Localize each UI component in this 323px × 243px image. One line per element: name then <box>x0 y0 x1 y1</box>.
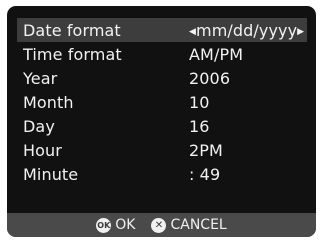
menu-item-label: Day <box>23 116 55 136</box>
right-arrow-icon[interactable]: ▶ <box>297 27 304 37</box>
menu-item-hour[interactable]: Hour 2PM <box>17 138 307 162</box>
menu-item-value: : 49 <box>189 164 221 184</box>
menu-item-year[interactable]: Year 2006 <box>17 66 307 90</box>
menu-item-value[interactable]: ◀mm/dd/yyyy▶ <box>189 21 304 40</box>
menu-item-label: Minute <box>23 164 79 184</box>
menu-item-value: AM/PM <box>189 44 244 64</box>
menu-item-label: Hour <box>23 140 62 160</box>
ok-button-icon: OK <box>96 217 112 233</box>
menu-item-minute[interactable]: Minute : 49 <box>17 162 307 186</box>
date-format-value: mm/dd/yyyy <box>196 20 298 40</box>
camera-lcd-screen: Date format ◀mm/dd/yyyy▶ Time format AM/… <box>7 6 316 237</box>
menu-item-time-format[interactable]: Time format AM/PM <box>17 42 307 66</box>
menu-item-date-format[interactable]: Date format ◀mm/dd/yyyy▶ <box>17 18 307 42</box>
ok-label: OK <box>115 217 136 233</box>
cancel-hint[interactable]: ✕ CANCEL <box>151 217 227 233</box>
menu-item-value: 10 <box>189 92 210 112</box>
menu-item-month[interactable]: Month 10 <box>17 90 307 114</box>
menu-item-label: Month <box>23 92 74 112</box>
cancel-label: CANCEL <box>170 217 227 233</box>
menu-item-label: Time format <box>23 44 122 64</box>
button-hint-bar: OK OK ✕ CANCEL <box>7 213 316 237</box>
menu-item-value: 16 <box>189 116 210 136</box>
cancel-button-icon: ✕ <box>151 217 167 233</box>
ok-hint[interactable]: OK OK <box>96 217 135 233</box>
date-time-settings-menu: Date format ◀mm/dd/yyyy▶ Time format AM/… <box>17 18 307 186</box>
menu-item-label: Date format <box>23 20 121 40</box>
menu-item-day[interactable]: Day 16 <box>17 114 307 138</box>
menu-item-value: 2PM <box>189 140 223 160</box>
menu-item-value: 2006 <box>189 68 231 88</box>
left-arrow-icon[interactable]: ◀ <box>189 27 196 37</box>
menu-item-label: Year <box>23 68 58 88</box>
